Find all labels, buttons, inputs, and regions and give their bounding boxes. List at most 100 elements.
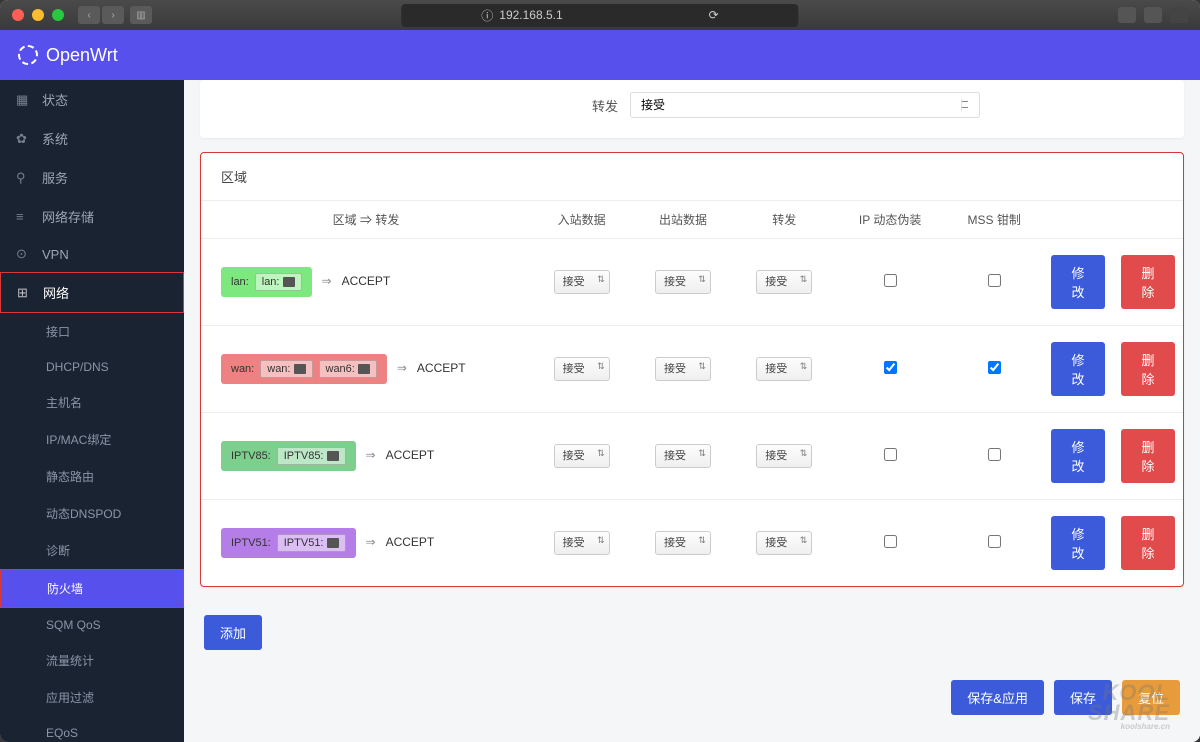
edit-zone-button[interactable]: 修改 [1051,429,1105,483]
reload-icon[interactable]: ⟳ [709,8,719,22]
zone-mss-checkbox[interactable] [988,361,1001,374]
sidebar-item-label: 服务 [42,168,68,187]
browser-titlebar: ‹ › ▥ ⓘ 192.168.5.1 ⟳ [0,0,1200,30]
minimize-window-icon[interactable] [32,9,44,21]
zone-masq-checkbox[interactable] [884,535,897,548]
zones-title: 区域 [201,153,1183,200]
zone-mss-checkbox[interactable] [988,535,1001,548]
sidebar-sub-防火墙[interactable]: 防火墙 [1,570,183,607]
save-button[interactable]: 保存 [1054,680,1112,715]
zone-row-lan: lan:lan: ⇒ACCEPT接受接受接受修改删除 [201,239,1183,326]
openwrt-logo-icon [18,45,38,65]
forward-select[interactable]: 接受 [630,92,980,118]
sidebar-toggle-icon[interactable]: ▥ [130,6,152,24]
zone-forward-select[interactable]: 接受 [756,444,812,468]
delete-zone-button[interactable]: 删除 [1121,429,1175,483]
zone-target: ACCEPT [386,448,435,462]
sidebar-sub-EQoS[interactable]: EQoS [0,716,184,742]
sidebar-sub-主机名[interactable]: 主机名 [0,384,184,421]
sidebar-item-状态[interactable]: ▦状态 [0,80,184,119]
sidebar-sub-SQM QoS[interactable]: SQM QoS [0,608,184,642]
sidebar-sub-DHCP/DNS[interactable]: DHCP/DNS [0,350,184,384]
zone-input-select[interactable]: 接受 [554,270,610,294]
sidebar-sub-流量统计[interactable]: 流量统计 [0,642,184,679]
new-tab-icon[interactable] [1170,7,1188,23]
zone-row-IPTV51: IPTV51:IPTV51: ⇒ACCEPT接受接受接受修改删除 [201,500,1183,587]
zone-name: wan: [231,363,254,375]
sidebar-item-服务[interactable]: ⚲服务 [0,158,184,197]
tabs-icon[interactable] [1144,7,1162,23]
zone-badge: IPTV51:IPTV51: [221,528,356,558]
zone-input-select[interactable]: 接受 [554,444,610,468]
sidebar-item-label: 网络存储 [42,207,94,226]
lock-icon: ⓘ [481,7,493,24]
interface-icon [294,364,306,374]
main-content: 转发 接受 区域 区域 ⇒ 转发入站数据出站数据转发IP 动态伪装MSS 钳制 … [184,80,1200,742]
edit-zone-button[interactable]: 修改 [1051,255,1105,309]
sidebar-sub-诊断[interactable]: 诊断 [0,532,184,569]
forward-button[interactable]: › [102,6,124,24]
sidebar-item-label: 网络 [43,283,69,302]
address-bar[interactable]: ⓘ 192.168.5.1 ⟳ [401,4,798,27]
sidebar-item-网络存储[interactable]: ≡ 网络存储 [0,197,184,236]
zone-row-IPTV85: IPTV85:IPTV85: ⇒ACCEPT接受接受接受修改删除 [201,413,1183,500]
delete-zone-button[interactable]: 删除 [1121,342,1175,396]
page-actions: 保存&应用 保存 复位 [200,650,1184,725]
add-zone-button[interactable]: 添加 [204,615,262,650]
sidebar-item-label: 系统 [42,129,68,148]
edit-zone-button[interactable]: 修改 [1051,342,1105,396]
net-badge: wan6: [319,360,377,378]
zone-masq-checkbox[interactable] [884,274,897,287]
zones-table: 区域 ⇒ 转发入站数据出站数据转发IP 动态伪装MSS 钳制 lan:lan: … [201,200,1183,586]
zone-forward-select[interactable]: 接受 [756,357,812,381]
zone-output-select[interactable]: 接受 [655,444,711,468]
brand-name: OpenWrt [46,45,118,66]
zone-col-0: 区域 ⇒ 转发 [201,201,531,239]
sidebar-item-VPN[interactable]: ⊙VPN [0,236,184,272]
sidebar-sub-IP/MAC绑定[interactable]: IP/MAC绑定 [0,421,184,458]
zone-forward-select[interactable]: 接受 [756,270,812,294]
footer-credits: Powered by LuCI Master (git-20.117.60969… [200,725,1184,742]
sidebar-item-network[interactable]: ⊞ 网络 [1,273,183,312]
sidebar-sub-接口[interactable]: 接口 [0,313,184,350]
zone-mss-checkbox[interactable] [988,274,1001,287]
share-icon[interactable] [1118,7,1136,23]
sidebar-item-label: 状态 [42,90,68,109]
zone-badge: lan:lan: [221,267,312,297]
zone-input-select[interactable]: 接受 [554,357,610,381]
zone-forward-select[interactable]: 接受 [756,531,812,555]
close-window-icon[interactable] [12,9,24,21]
sidebar-sub-动态DNSPOD[interactable]: 动态DNSPOD [0,495,184,532]
zone-col-1: 入站数据 [531,201,632,239]
zone-col-3: 转发 [734,201,835,239]
maximize-window-icon[interactable] [52,9,64,21]
zone-output-select[interactable]: 接受 [655,270,711,294]
delete-zone-button[interactable]: 删除 [1121,516,1175,570]
zone-masq-checkbox[interactable] [884,448,897,461]
zone-output-select[interactable]: 接受 [655,531,711,555]
back-button[interactable]: ‹ [78,6,100,24]
reset-button[interactable]: 复位 [1122,680,1180,715]
edit-zone-button[interactable]: 修改 [1051,516,1105,570]
delete-zone-button[interactable]: 删除 [1121,255,1175,309]
zone-col-2: 出站数据 [632,201,733,239]
sidebar-sub-应用过滤[interactable]: 应用过滤 [0,679,184,716]
zone-masq-checkbox[interactable] [884,361,897,374]
forward-panel: 转发 接受 [200,80,1184,138]
zone-output-select[interactable]: 接受 [655,357,711,381]
zone-input-select[interactable]: 接受 [554,531,610,555]
url-text: 192.168.5.1 [499,8,562,22]
net-badge: wan: [260,360,312,378]
zone-mss-checkbox[interactable] [988,448,1001,461]
sidebar-sub-静态路由[interactable]: 静态路由 [0,458,184,495]
zone-col-7 [1113,201,1183,239]
interface-icon [283,277,295,287]
sitemap-icon: ⊞ [17,285,33,301]
save-apply-button[interactable]: 保存&应用 [951,680,1044,715]
interface-icon [358,364,370,374]
sidebar-item-系统[interactable]: ✿系统 [0,119,184,158]
zone-target: ACCEPT [342,274,391,288]
arrow-icon: ⇒ [366,535,376,549]
database-icon: ≡ [16,209,32,225]
net-badge: lan: [255,273,302,291]
